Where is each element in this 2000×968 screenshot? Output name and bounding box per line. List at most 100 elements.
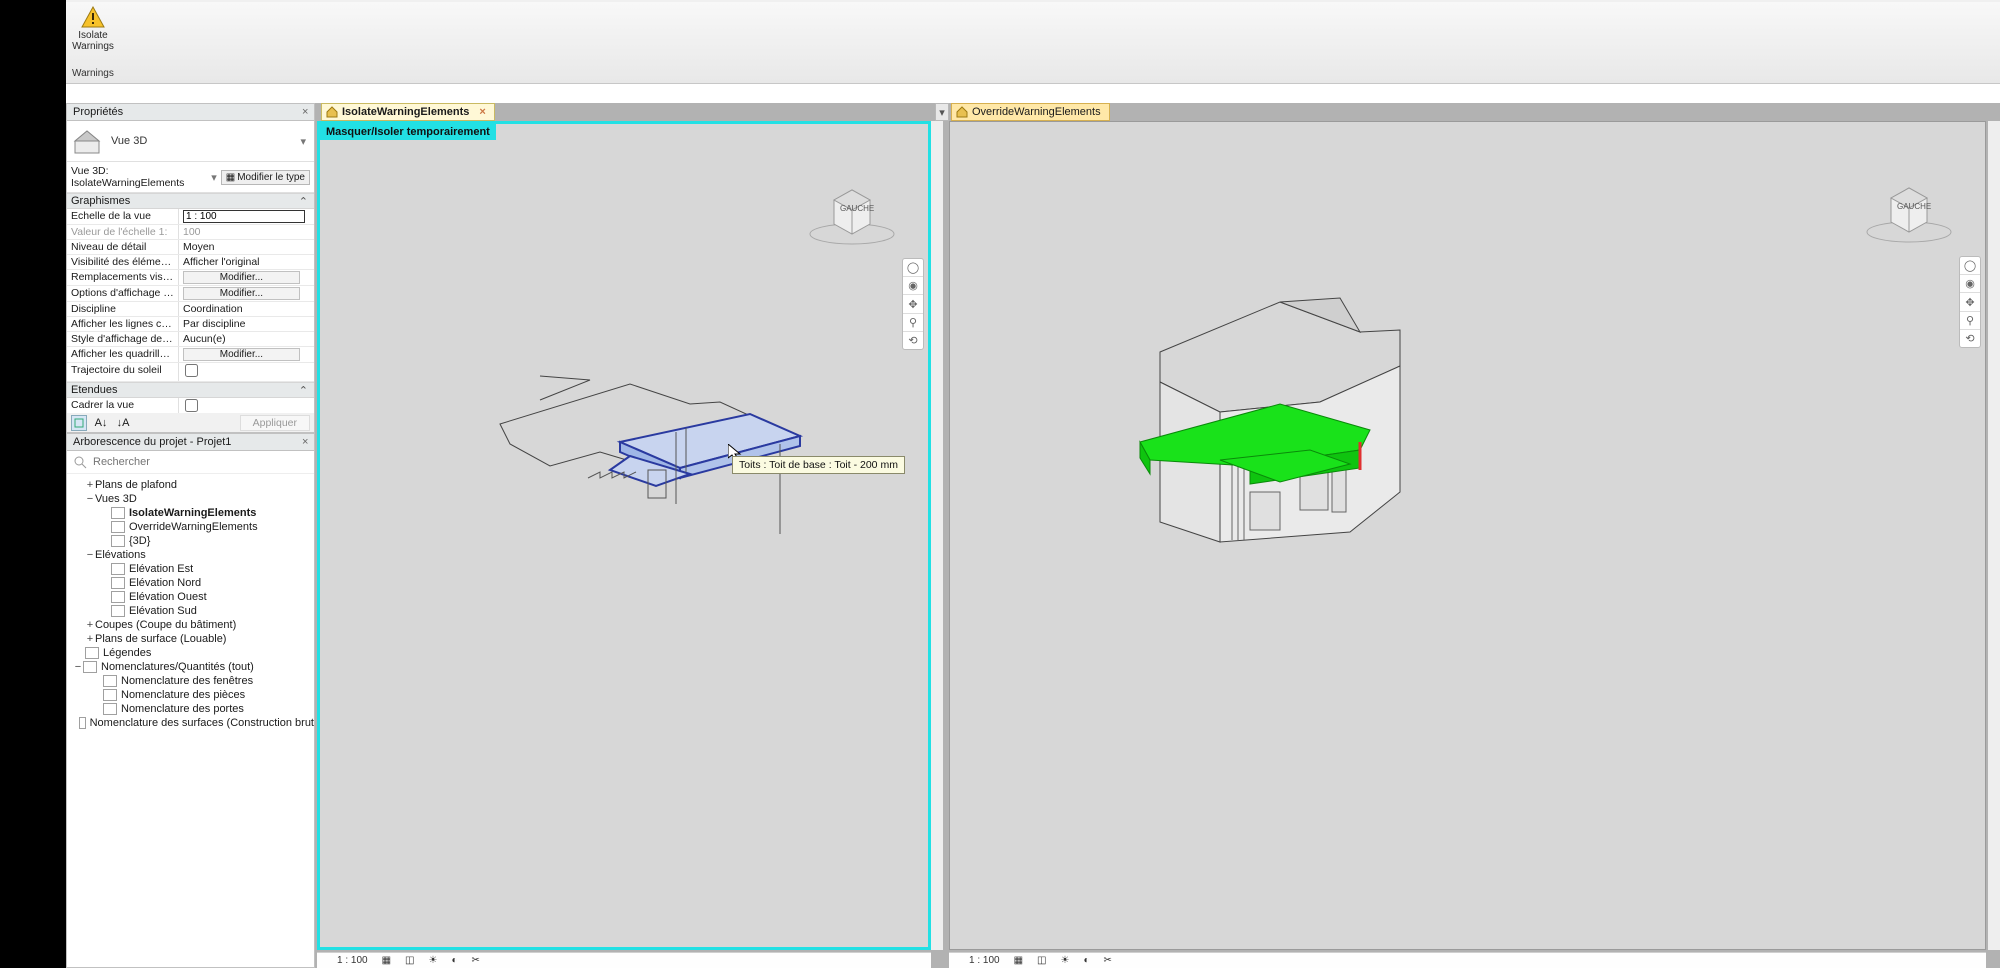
modifier-button[interactable]: Modifier... — [183, 271, 300, 284]
modifier-button[interactable]: Modifier... — [183, 348, 300, 361]
collapse-icon[interactable]: − — [73, 661, 83, 673]
close-tab-icon[interactable]: × — [473, 106, 485, 118]
status-icon[interactable]: ☀ — [429, 955, 438, 966]
modifier-button[interactable]: Modifier... — [183, 287, 300, 300]
tree-node-surfaces[interactable]: Nomenclature des surfaces (Construction … — [67, 716, 314, 730]
project-browser-title-bar[interactable]: Arborescence du projet - Projet1 × — [67, 434, 314, 451]
prop-row-echelle[interactable]: Echelle de la vue — [67, 209, 314, 225]
group-etendues[interactable]: Etendues ⌃ — [67, 382, 314, 398]
schedule-icon — [83, 661, 97, 673]
status-icon[interactable]: ◫ — [405, 955, 414, 966]
status-icon[interactable]: ✂ — [1104, 955, 1112, 966]
view-tab-dropdown[interactable]: ▾ — [935, 103, 949, 121]
expand-icon[interactable]: + — [85, 633, 95, 645]
zoom-icon[interactable]: ⚲ — [1960, 312, 1980, 330]
prop-row-options-affichage[interactable]: Options d'affichage des... Modifier... — [67, 286, 314, 302]
tree-node-portes[interactable]: Nomenclature des portes — [67, 702, 314, 716]
view-pane-override[interactable]: GAUCHE ◯ ◉ ✥ ⚲ ⟲ — [949, 121, 1986, 950]
full-nav-icon[interactable]: ◉ — [1960, 275, 1980, 293]
tree-node-override[interactable]: OverrideWarningElements — [67, 520, 314, 534]
status-icon[interactable]: ✂ — [472, 955, 480, 966]
scrollbar-vertical[interactable] — [931, 121, 943, 950]
view-cube[interactable]: GAUCHE — [802, 172, 902, 252]
pan-icon[interactable]: ✥ — [903, 295, 923, 313]
status-icon[interactable]: ☀ — [1061, 955, 1070, 966]
group-graphismes[interactable]: Graphismes ⌃ — [67, 193, 314, 209]
tree-node-sud[interactable]: Elévation Sud — [67, 604, 314, 618]
status-icon[interactable]: ◐ — [1083, 955, 1089, 966]
prop-row-lignes-cachees[interactable]: Afficher les lignes cach... Par discipli… — [67, 317, 314, 332]
steering-wheel-icon[interactable]: ◯ — [903, 259, 923, 277]
collapse-icon[interactable]: − — [85, 549, 95, 561]
full-nav-icon[interactable]: ◉ — [903, 277, 923, 295]
navigation-bar[interactable]: ◯ ◉ ✥ ⚲ ⟲ — [1959, 256, 1981, 348]
status-icon[interactable]: ▦ — [1014, 955, 1023, 966]
legend-icon — [85, 647, 99, 659]
tree-node-ouest[interactable]: Elévation Ouest — [67, 590, 314, 604]
tree-node-elevations[interactable]: −Elévations — [67, 548, 314, 562]
tree-node-vues3d[interactable]: −Vues 3D — [67, 492, 314, 506]
view-tab-isolate[interactable]: IsolateWarningElements × — [321, 103, 495, 121]
scale-label[interactable]: 1 : 100 — [337, 955, 368, 966]
orbit-icon[interactable]: ⟲ — [1960, 330, 1980, 347]
tree-node-surface[interactable]: +Plans de surface (Louable) — [67, 632, 314, 646]
close-icon[interactable]: × — [302, 106, 312, 118]
status-icon[interactable]: ◫ — [1037, 955, 1046, 966]
search-input[interactable] — [93, 456, 308, 468]
collapse-icon[interactable]: − — [85, 493, 95, 505]
scale-input[interactable] — [183, 210, 305, 223]
steering-wheel-icon[interactable]: ◯ — [1960, 257, 1980, 275]
instance-label[interactable]: Vue 3D: IsolateWarningElements — [71, 165, 207, 189]
sun-path-checkbox[interactable] — [185, 364, 198, 377]
search-row[interactable] — [67, 451, 314, 474]
home-icon — [956, 106, 968, 118]
type-selector[interactable]: Vue 3D ▾ — [67, 121, 314, 162]
scrollbar-vertical[interactable] — [1988, 121, 2000, 950]
tree-label: Elévation Nord — [129, 577, 201, 589]
view-status-bar-left[interactable]: 1 : 100 ▦ ◫ ☀ ◐ ✂ — [317, 952, 931, 968]
orbit-icon[interactable]: ⟲ — [903, 332, 923, 349]
zoom-icon[interactable]: ⚲ — [903, 314, 923, 332]
collapse-icon[interactable]: ⌃ — [299, 384, 308, 397]
prop-row-style-analyse[interactable]: Style d'affichage de l'an... Aucun(e) — [67, 332, 314, 347]
expand-icon[interactable]: + — [85, 619, 95, 631]
navigation-bar[interactable]: ◯ ◉ ✥ ⚲ ⟲ — [902, 258, 924, 350]
tree-node-3d[interactable]: {3D} — [67, 534, 314, 548]
status-icon[interactable]: ◐ — [451, 955, 457, 966]
prop-row-remplacements[interactable]: Remplacements visibilit... Modifier... — [67, 270, 314, 286]
prop-row-detail[interactable]: Niveau de détail Moyen — [67, 240, 314, 255]
tree-node-nord[interactable]: Elévation Nord — [67, 576, 314, 590]
view-tab-override[interactable]: OverrideWarningElements — [951, 103, 1110, 121]
sort-za-button[interactable]: ↓A — [115, 415, 131, 431]
close-icon[interactable]: × — [302, 436, 312, 448]
properties-title-bar[interactable]: Propriétés × — [67, 104, 314, 121]
chevron-down-icon[interactable]: ▾ — [300, 135, 310, 148]
chevron-down-icon[interactable]: ▾ — [207, 171, 221, 184]
tree-node-isolate[interactable]: IsolateWarningElements — [67, 506, 314, 520]
tree-node-coupes[interactable]: +Coupes (Coupe du bâtiment) — [67, 618, 314, 632]
tree-node-nomenclatures[interactable]: −Nomenclatures/Quantités (tout) — [67, 660, 314, 674]
expand-icon[interactable]: + — [85, 479, 95, 491]
status-icon[interactable]: ▦ — [382, 955, 391, 966]
prop-row-quadrillages[interactable]: Afficher les quadrillages Modifier... — [67, 347, 314, 363]
scale-label[interactable]: 1 : 100 — [969, 955, 1000, 966]
view-pane-isolate[interactable]: Masquer/Isoler temporairement GAUCHE ◯ ◉… — [317, 121, 931, 950]
edit-type-button[interactable]: ▦ Modifier le type — [221, 170, 310, 185]
sort-az-button[interactable]: A↓ — [93, 415, 109, 431]
tree-node-fenetres[interactable]: Nomenclature des fenêtres — [67, 674, 314, 688]
isolate-warnings-tool[interactable]: Isolate Warnings — [72, 6, 114, 52]
prop-row-visibilite[interactable]: Visibilité des éléments Afficher l'origi… — [67, 255, 314, 270]
crop-view-checkbox[interactable] — [185, 399, 198, 412]
view-cube[interactable]: GAUCHE — [1859, 170, 1959, 250]
tree-node-est[interactable]: Elévation Est — [67, 562, 314, 576]
filter-button[interactable] — [71, 415, 87, 431]
tree-node-plafond[interactable]: +Plans de plafond — [67, 478, 314, 492]
prop-row-discipline[interactable]: Discipline Coordination — [67, 302, 314, 317]
tree-node-pieces[interactable]: Nomenclature des pièces — [67, 688, 314, 702]
pan-icon[interactable]: ✥ — [1960, 293, 1980, 311]
view-status-bar-right[interactable]: 1 : 100 ▦ ◫ ☀ ◐ ✂ — [949, 952, 1986, 968]
tree-node-legendes[interactable]: Légendes — [67, 646, 314, 660]
collapse-icon[interactable]: ⌃ — [299, 195, 308, 208]
apply-button[interactable]: Appliquer — [240, 415, 310, 431]
prop-row-trajectoire-soleil[interactable]: Trajectoire du soleil — [67, 363, 314, 382]
